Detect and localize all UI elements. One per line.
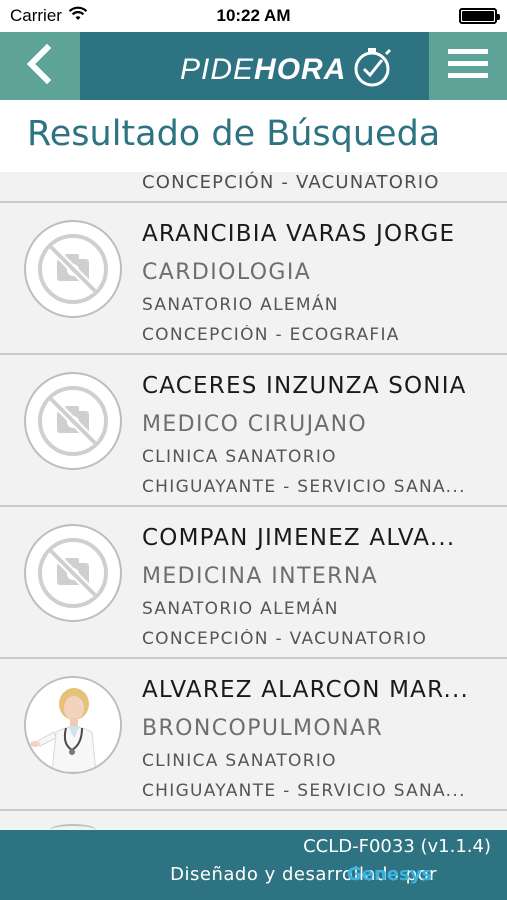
list-item[interactable]: ALVAREZ ALARCON MAR... BRONCOPULMONAR CL… bbox=[0, 659, 507, 809]
doctor-photo bbox=[24, 676, 122, 774]
logo-part1: PIDE bbox=[180, 53, 255, 86]
doctor-specialty: BRONCOPULMONAR bbox=[142, 716, 384, 741]
developer-link[interactable]: Genesys bbox=[347, 864, 432, 885]
battery-icon bbox=[459, 8, 500, 24]
doctor-name: COMPAN JIMENEZ ALVA... bbox=[142, 525, 456, 551]
menu-button[interactable] bbox=[429, 32, 507, 100]
doctor-name: CACERES INZUNZA SONIA bbox=[142, 373, 467, 399]
list-item[interactable]: COMPAN JIMENEZ ALVA... MEDICINA INTERNA … bbox=[0, 507, 507, 657]
status-left: Carrier bbox=[10, 6, 88, 26]
doctor-place: CLINICA SANATORIO bbox=[142, 447, 337, 467]
doctor-specialty: CARDIOLOGIA bbox=[142, 260, 312, 285]
no-photo-icon bbox=[24, 372, 122, 470]
footer: CCLD-F0033 (v1.1.4) Diseñado y desarroll… bbox=[0, 830, 507, 900]
logo-part2: HORA bbox=[254, 53, 347, 86]
no-photo-icon bbox=[24, 524, 122, 622]
back-button[interactable] bbox=[0, 32, 80, 100]
doctor-place-detail: CHIGUAYANTE - SERVICIO SANA... bbox=[142, 781, 466, 801]
doctor-place-detail: CHIGUAYANTE - SERVICIO SANA... bbox=[142, 477, 466, 497]
carrier-label: Carrier bbox=[10, 6, 62, 25]
no-photo-icon bbox=[24, 220, 122, 318]
nav-bar: PIDEHORA bbox=[0, 32, 507, 100]
partial-list-item-text: CONCEPCIÓN - VACUNATORIO bbox=[142, 172, 440, 193]
hamburger-menu-icon bbox=[448, 48, 488, 84]
doctor-place: CLINICA SANATORIO bbox=[142, 751, 337, 771]
chevron-left-icon bbox=[25, 43, 55, 88]
page-title: Resultado de Búsqueda bbox=[27, 114, 441, 154]
doctor-name: ALVAREZ ALARCON MAR... bbox=[142, 677, 469, 703]
list-item[interactable]: ARANCIBIA VARAS JORGE CARDIOLOGIA SANATO… bbox=[0, 203, 507, 353]
doctor-specialty: MEDICINA INTERNA bbox=[142, 564, 379, 589]
status-bar: Carrier 10:22 AM bbox=[0, 0, 507, 32]
doctor-name: ARANCIBIA VARAS JORGE bbox=[142, 221, 456, 247]
clock-check-icon bbox=[352, 48, 396, 92]
developer-brand: Genesys bbox=[347, 864, 433, 885]
wifi-icon bbox=[68, 6, 88, 26]
list-divider bbox=[0, 809, 507, 811]
doctor-specialty: MEDICO CIRUJANO bbox=[142, 412, 368, 437]
list-item[interactable]: CACERES INZUNZA SONIA MEDICO CIRUJANO CL… bbox=[0, 355, 507, 505]
logo-text: PIDEHORA bbox=[180, 53, 346, 87]
doctor-place: SANATORIO ALEMÁN bbox=[142, 295, 339, 315]
doctor-place: SANATORIO ALEMÁN bbox=[142, 599, 339, 619]
doctor-place-detail: CONCEPCIÓN - ECOGRAFIA bbox=[142, 325, 400, 345]
app-logo: PIDEHORA bbox=[180, 48, 396, 92]
doctor-place-detail: CONCEPCIÓN - VACUNATORIO bbox=[142, 629, 428, 649]
version-code: CCLD-F0033 (v1.1.4) bbox=[303, 836, 491, 857]
